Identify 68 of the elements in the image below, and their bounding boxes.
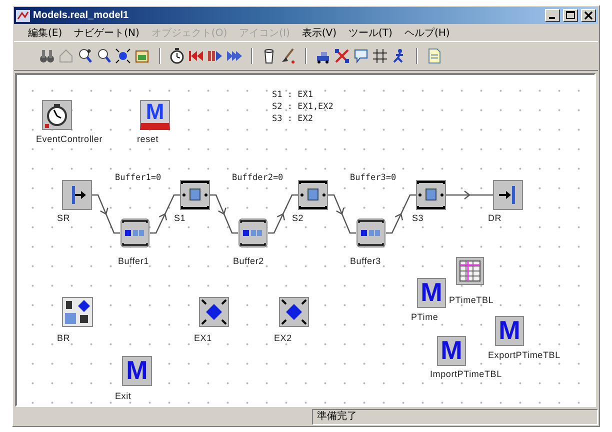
station-icon[interactable] [180,180,210,210]
buffer-note: Buffer3=0 [350,173,396,183]
breakdown-icon[interactable] [62,297,93,327]
zoom-out-icon[interactable] [96,48,112,64]
object-label: PTimeTBL [449,295,494,305]
object-label: S1 [174,213,186,223]
menu-item[interactable]: ナビゲート(N) [68,26,146,40]
object-label: S3 [412,213,424,223]
grid-icon[interactable] [372,48,388,64]
menu-item[interactable]: 表示(V) [296,26,343,40]
object-label: Buffer1 [118,256,149,266]
object-label: ExportPTimeTBL [488,350,560,360]
rewind-icon[interactable] [188,48,204,64]
buffer-icon[interactable] [120,218,150,248]
method-icon[interactable]: M [495,316,524,346]
object-label: S2 [292,213,304,223]
brush-icon[interactable] [280,48,296,64]
method-icon[interactable]: M [417,278,446,308]
app-icon [16,10,30,22]
object-label: Buffer2 [233,256,264,266]
window-title: Models.real_model1 [33,10,130,21]
picture-frame-icon[interactable] [134,48,150,64]
step-icon[interactable] [207,48,223,64]
reset-method-icon[interactable]: M [140,100,170,130]
object-label: SR [57,213,70,223]
generator-icon[interactable] [199,297,229,327]
object-label: Exit [115,391,132,401]
speech-bubble-icon[interactable] [353,48,369,64]
model-canvas[interactable]: M EventController reset Buffer1=0 Buffder2=0 Buffer3=0 SR S1 S2 S3 DR Buffer1 Buffer2 Buffer3 M PTimeTBL PTime BR EX1 EX2 M M ExportPTimeTBL M ImportPTimeTBL Exit S1 : EX1 S2 : EX1,EX2 S3 : EX2 [15,73,596,407]
menu-item[interactable]: ツール(T) [342,26,398,40]
binoculars-icon[interactable] [39,48,55,64]
legend-line: S2 : EX1,EX2 [272,101,334,113]
menu-item[interactable]: 編集(E) [22,26,68,40]
object-label: reset [137,134,159,144]
source-icon[interactable] [62,180,92,210]
legend-line: S3 : EX2 [272,113,314,125]
table-icon[interactable] [456,257,484,285]
object-label: DR [488,213,502,223]
buffer-note: Buffer1=0 [115,173,162,183]
stopwatch-icon[interactable] [169,48,185,64]
object-label: EX2 [274,333,292,343]
document-icon[interactable] [426,48,442,64]
sink-icon[interactable] [493,180,523,210]
buffer-icon[interactable] [356,218,386,248]
generator-icon[interactable] [279,297,309,327]
legend-line: S1 : EX1 [272,89,314,101]
object-label: Buffer3 [350,256,381,266]
fit-icon[interactable] [115,48,131,64]
station-icon[interactable] [298,180,328,210]
status-text: 準備完了 [312,409,598,425]
object-label: ImportPTimeTBL [430,369,502,379]
method-icon[interactable]: M [122,356,152,386]
stopwatch-icon[interactable] [42,100,73,130]
object-label: BR [57,333,70,343]
close-icon[interactable] [581,9,596,22]
buffer-note: Buffder2=0 [232,173,284,183]
object-label: PTime [411,312,438,322]
minimize-icon[interactable] [545,9,560,22]
object-label: EX1 [194,333,212,343]
cross-icon[interactable] [334,48,350,64]
maximize-icon[interactable] [563,9,578,22]
station-icon[interactable] [416,180,446,210]
fast-forward-icon[interactable] [226,48,242,64]
object-label: EventController [36,134,103,144]
menu-item[interactable]: ヘルプ(H) [398,26,456,40]
method-icon[interactable]: M [437,336,466,366]
zoom-in-icon[interactable] [77,48,93,64]
buffer-icon[interactable] [238,218,268,248]
